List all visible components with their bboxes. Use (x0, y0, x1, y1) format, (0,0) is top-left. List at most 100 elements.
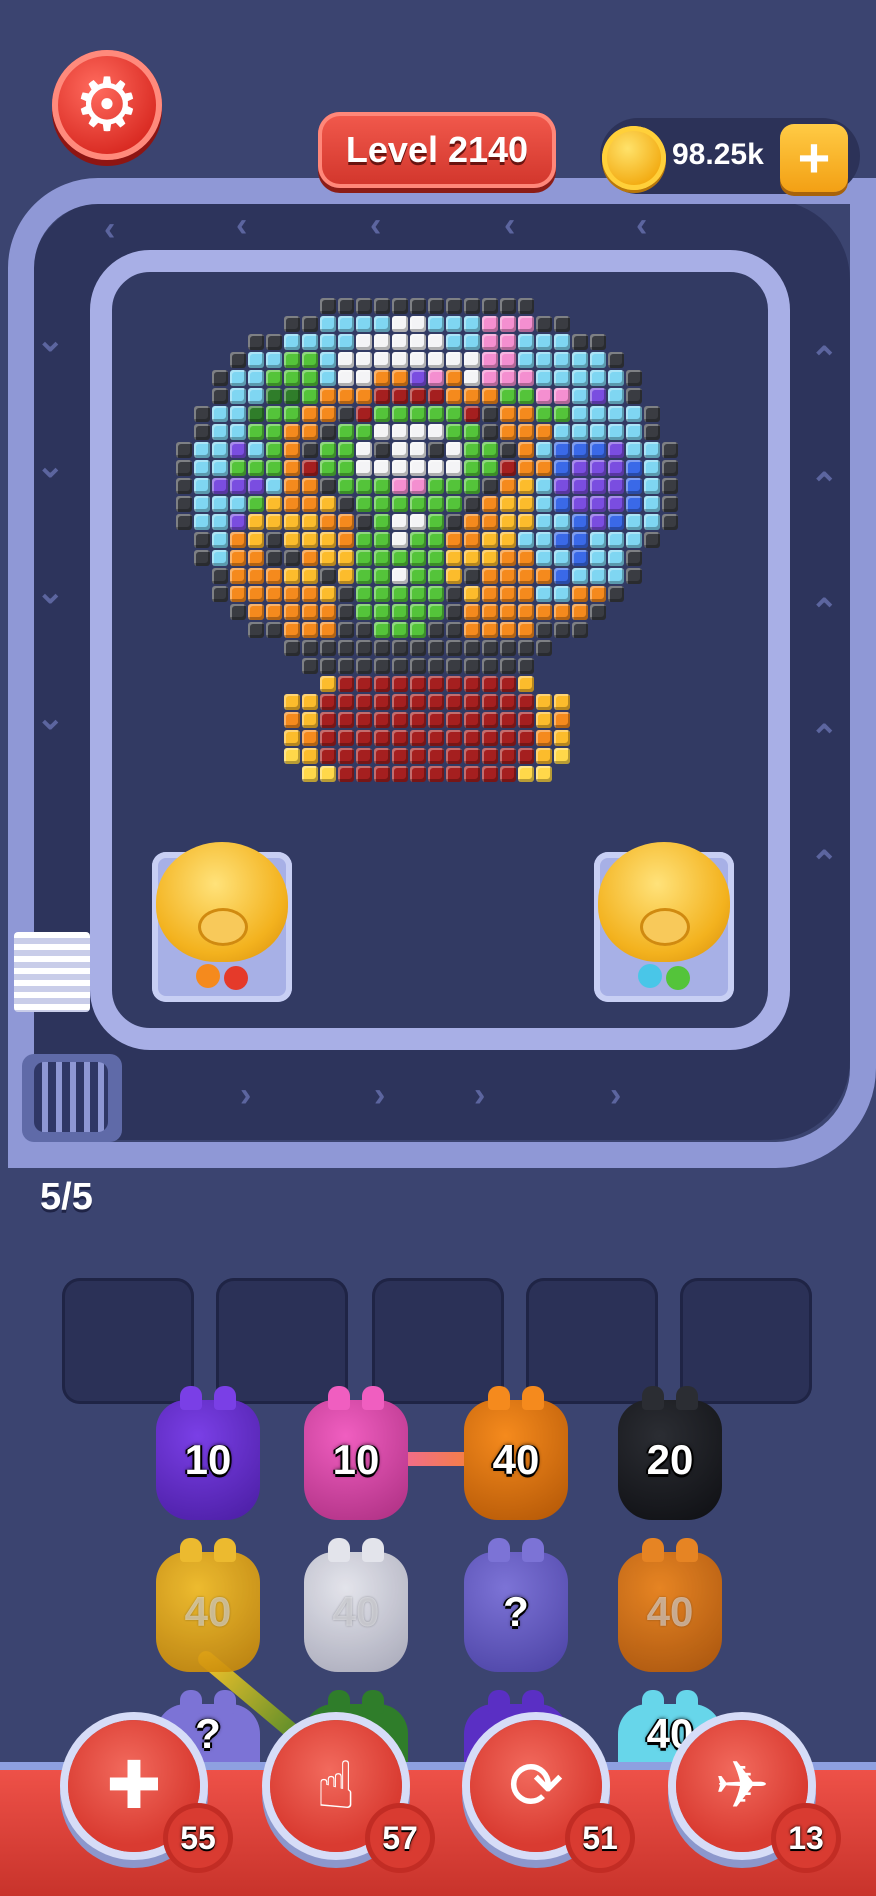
pixel-block (320, 388, 336, 404)
belt-arrow-icon: ⌃ (810, 593, 839, 631)
pixel-block (356, 712, 372, 728)
pixel-block (356, 316, 372, 332)
pixel-block (500, 586, 516, 602)
pixel-block (464, 298, 480, 314)
pixel-block (446, 730, 462, 746)
pixel-block (230, 604, 246, 620)
piggy-bank[interactable]: 40 (618, 1538, 722, 1672)
pixel-block (500, 298, 516, 314)
add-slot-icon: ✚ (106, 1747, 162, 1824)
pixel-block (320, 352, 336, 368)
pixel-block (374, 442, 390, 458)
piggy-bank[interactable]: 40 (304, 1538, 408, 1672)
holding-slot[interactable] (526, 1278, 658, 1404)
pixel-block (428, 316, 444, 332)
pixel-block (608, 424, 624, 440)
pixel-block (626, 496, 642, 512)
settings-button[interactable]: ⚙ (52, 50, 162, 160)
pixel-block (518, 568, 534, 584)
pixel-block (536, 478, 552, 494)
piggy-bank[interactable]: 40 (464, 1386, 568, 1520)
pixel-block (536, 334, 552, 350)
pixel-block (608, 496, 624, 512)
color-ball (666, 966, 690, 990)
holding-slot[interactable] (62, 1278, 194, 1404)
pixel-block (410, 370, 426, 386)
pixel-block (482, 550, 498, 566)
pixel-block (338, 730, 354, 746)
pixel-block (392, 586, 408, 602)
pixel-block (338, 586, 354, 602)
pixel-block (482, 532, 498, 548)
pixel-block (410, 460, 426, 476)
pixel-block (266, 496, 282, 512)
pixel-block (410, 334, 426, 350)
pixel-block (482, 442, 498, 458)
pixel-block (428, 568, 444, 584)
pixel-block (554, 352, 570, 368)
belt-arrow-icon: ‹ (504, 206, 516, 244)
pixel-block (446, 766, 462, 782)
pixel-block (608, 532, 624, 548)
pixel-block (464, 550, 480, 566)
piggy-bank[interactable]: 10 (156, 1386, 260, 1520)
piggy-ear (642, 1386, 664, 1410)
pixel-block (338, 388, 354, 404)
pixel-block (608, 550, 624, 566)
pixel-block (392, 316, 408, 332)
pixel-block (284, 316, 300, 332)
add-coins-button[interactable]: + (780, 124, 848, 192)
pixel-block (554, 334, 570, 350)
holding-slot[interactable] (216, 1278, 348, 1404)
pixel-block (608, 370, 624, 386)
pixel-block (284, 694, 300, 710)
piggy-bank[interactable]: 40 (156, 1538, 260, 1672)
pixel-block (338, 748, 354, 764)
pixel-block (212, 586, 228, 602)
piggy-bank[interactable]: ? (464, 1538, 568, 1672)
holding-slot[interactable] (680, 1278, 812, 1404)
pixel-block (590, 370, 606, 386)
pixel-block (338, 514, 354, 530)
piggy-ear (362, 1538, 384, 1562)
pixel-block (626, 460, 642, 476)
pixel-block (392, 694, 408, 710)
piggy-bank[interactable]: 20 (618, 1386, 722, 1520)
pixel-block (482, 424, 498, 440)
pixel-block (338, 532, 354, 548)
pixel-block (248, 568, 264, 584)
level-indicator: Level 2140 (318, 112, 556, 188)
pixel-block (662, 496, 678, 512)
pixel-block (338, 496, 354, 512)
holding-slot[interactable] (372, 1278, 504, 1404)
piggy-ear (488, 1386, 510, 1410)
pig-feeder-right[interactable] (594, 842, 734, 1002)
pixel-block (554, 478, 570, 494)
pixel-block (320, 460, 336, 476)
pixel-block (212, 514, 228, 530)
pixel-block (410, 478, 426, 494)
pixel-block (392, 514, 408, 530)
pixel-block (608, 460, 624, 476)
pixel-block (212, 406, 228, 422)
pixel-block (536, 424, 552, 440)
pixel-block (518, 514, 534, 530)
pixel-block (536, 406, 552, 422)
pixel-block (482, 370, 498, 386)
piggy-bank[interactable]: 10 (304, 1386, 408, 1520)
pixel-block (356, 406, 372, 422)
pixel-block (374, 406, 390, 422)
pixel-block (356, 766, 372, 782)
pixel-block (212, 442, 228, 458)
pixel-block (284, 532, 300, 548)
pixel-block (302, 406, 318, 422)
pixel-block (464, 334, 480, 350)
pig-feeder-left[interactable] (152, 842, 292, 1002)
pixel-block (590, 460, 606, 476)
pixel-block (266, 406, 282, 422)
pixel-block (482, 334, 498, 350)
pixel-block (554, 712, 570, 728)
pixel-block (374, 694, 390, 710)
pixel-block (464, 370, 480, 386)
pixel-block (500, 496, 516, 512)
